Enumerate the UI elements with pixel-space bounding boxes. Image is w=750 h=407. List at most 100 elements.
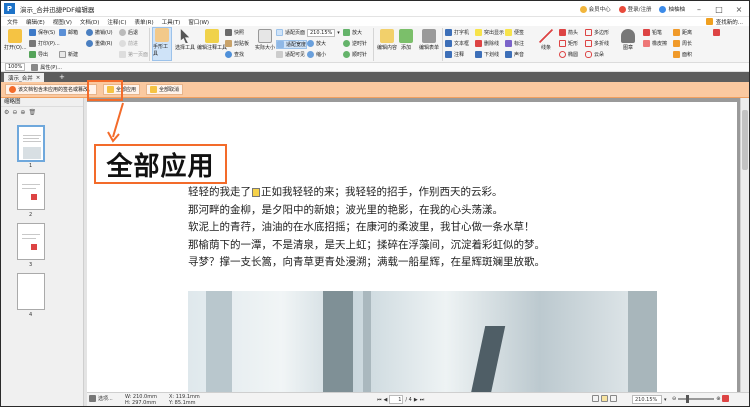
member-center-link[interactable]: 会员中心 [579,5,611,13]
textbox-button[interactable]: 文本框 [445,40,469,47]
edit-content-button[interactable]: 编辑内容 [377,29,397,51]
rect-tool-button[interactable]: 矩形 [559,40,578,47]
continuous-page-icon[interactable] [601,395,608,402]
open-button[interactable]: 打开(O)... [4,29,27,51]
export-button[interactable]: 导出 [29,51,48,58]
area-tool-button[interactable]: 面积 [673,51,692,58]
zoom-out-button[interactable]: 缩小 [307,51,326,58]
two-page-icon[interactable] [610,395,617,402]
zoom-out-thumb-icon[interactable]: ⊖ [12,109,17,116]
hand-tool-button[interactable]: 手形工具 [152,27,172,61]
redo-button[interactable]: 重做(R) [86,40,112,47]
poem-text[interactable]: 轻轻的我走了 正如我轻轻的来；我轻轻的招手，作别西天的云彩。 那河畔的金柳，是夕阳… [188,184,545,272]
find-new-link[interactable]: 查找新的... [705,17,743,26]
menu-file[interactable]: 文件 [7,18,18,26]
add-button[interactable]: 添加 [399,29,413,51]
sticky-note-button[interactable]: 便签 [505,29,524,36]
menu-edit[interactable]: 编辑(E) [26,18,45,26]
polyline-tool-button[interactable]: 多折线 [585,40,609,47]
zoom-select[interactable]: 210.15% ▾ [307,29,340,37]
document-photo[interactable] [188,291,657,394]
close-window-button[interactable]: × [733,3,745,15]
typewriter-button[interactable]: 打字机 [445,29,469,36]
fit-page-button[interactable]: 适配页面 [276,29,305,36]
clipboard-button[interactable]: 剪贴板 [225,40,249,47]
pdf-icon[interactable] [722,395,730,402]
new-tab-button[interactable]: + [59,73,65,81]
menu-comment[interactable]: 注释(C) [107,18,126,26]
minimize-button[interactable]: – [693,3,705,15]
settings-icon[interactable]: ⚙ [4,109,9,116]
underline-button[interactable]: 下划线 [475,51,499,58]
menu-view[interactable]: 视图(V) [53,18,72,26]
arrow-tool-button[interactable]: 箭头 [559,29,578,36]
first-page-button[interactable]: 第一页面 [119,51,148,58]
login-link[interactable]: 登录/注册 [618,5,651,13]
cloud-tool-button[interactable]: 云朵 [585,51,604,58]
distance-tool-button[interactable]: 距离 [673,29,692,36]
select-tool-button[interactable]: 选择工具 [175,29,195,51]
sound-button[interactable]: 声音 [505,51,524,58]
edit-form-button[interactable]: 编辑表单 [419,29,439,51]
fit-visible-button[interactable]: 适配可见 [276,51,305,58]
zoom-slider[interactable] [678,394,715,403]
line-tool-button[interactable]: 线条 [539,29,553,51]
thumbnail-page-3[interactable] [17,223,45,260]
stamp-button[interactable]: 图章 [621,29,635,51]
callout-button[interactable]: 标注 [505,40,524,47]
rotate-view-button[interactable]: 放大 [343,29,362,36]
help-button[interactable] [713,29,720,36]
menu-tools[interactable]: 工具(T) [162,18,181,26]
annotation-button[interactable]: 注释 [445,51,464,58]
properties-button[interactable]: 属性(P)... [31,63,62,71]
zoom-slider-knob[interactable] [686,394,690,403]
maximize-button[interactable]: □ [713,3,725,15]
rotate-right-button[interactable]: 顺时针 [343,51,367,58]
print-button[interactable]: 打印(P)... [29,40,60,47]
menu-window[interactable]: 窗口(W) [188,18,209,26]
highlight-button[interactable]: 突出显示 [475,29,504,36]
undo-button[interactable]: 撤销(U) [86,29,113,36]
next-page-nav-icon[interactable]: ▶ [414,397,418,403]
ellipse-tool-button[interactable]: 椭圆 [559,51,578,58]
strikeout-button[interactable]: 删除线 [475,40,499,47]
zoom-in-thumb-icon[interactable]: ⊕ [20,109,25,116]
edit-annotation-button[interactable]: 编辑注释工具 [197,29,227,51]
prev-page-nav-icon[interactable]: ◀ [384,397,388,403]
document-tab[interactable]: 演示_合并 × [4,73,45,82]
forward-button[interactable]: 前进 [119,40,138,47]
fit-width-button[interactable]: 适配宽度 [276,40,308,49]
polygon-tool-button[interactable]: 多边形 [585,29,609,36]
quick-zoom-field[interactable]: 100% [5,63,26,71]
vertical-scrollbar[interactable] [740,98,749,392]
page-number-input[interactable]: 1 [389,395,404,404]
thumbnail-page-1[interactable] [17,125,45,162]
snapshot-button[interactable]: 快照 [225,29,244,36]
first-page-nav-icon[interactable]: ⏮ [377,397,382,403]
menu-document[interactable]: 文档(D) [80,18,100,26]
rotate-left-button[interactable]: 逆时针 [343,40,367,47]
actual-size-button[interactable]: 实际大小 [255,29,275,51]
delete-icon[interactable]: 🗑 [28,109,36,116]
status-zoom-select[interactable]: 210.15% ▾ [632,395,667,404]
zoom-out-status-icon[interactable]: ⊖ [672,396,676,402]
perimeter-tool-button[interactable]: 周长 [673,40,692,47]
thumbnail-page-4[interactable] [17,273,45,310]
single-page-icon[interactable] [592,395,599,402]
eraser-tool-button[interactable]: 橡皮擦 [643,40,667,47]
new-button[interactable]: 新建 [59,51,78,58]
last-page-nav-icon[interactable]: ⏭ [420,397,425,403]
find-button[interactable]: 查找 [225,51,244,58]
options-button[interactable]: 选项... [89,395,113,402]
back-button[interactable]: 后退 [119,29,138,36]
zoom-in-button[interactable]: 放大 [307,40,326,47]
menu-form[interactable]: 表单(R) [135,18,154,26]
close-tab-icon[interactable]: × [36,75,41,81]
pencil-tool-button[interactable]: 铅笔 [643,29,662,36]
cancel-all-button[interactable]: 全部取消 [146,84,184,95]
mail-button[interactable]: 邮箱 [59,29,78,36]
save-button[interactable]: 保存(S) [29,29,55,36]
zoom-in-status-icon[interactable]: ⊕ [716,396,720,402]
scrollbar-thumb[interactable] [742,110,748,170]
thumbnail-page-2[interactable] [17,173,45,210]
